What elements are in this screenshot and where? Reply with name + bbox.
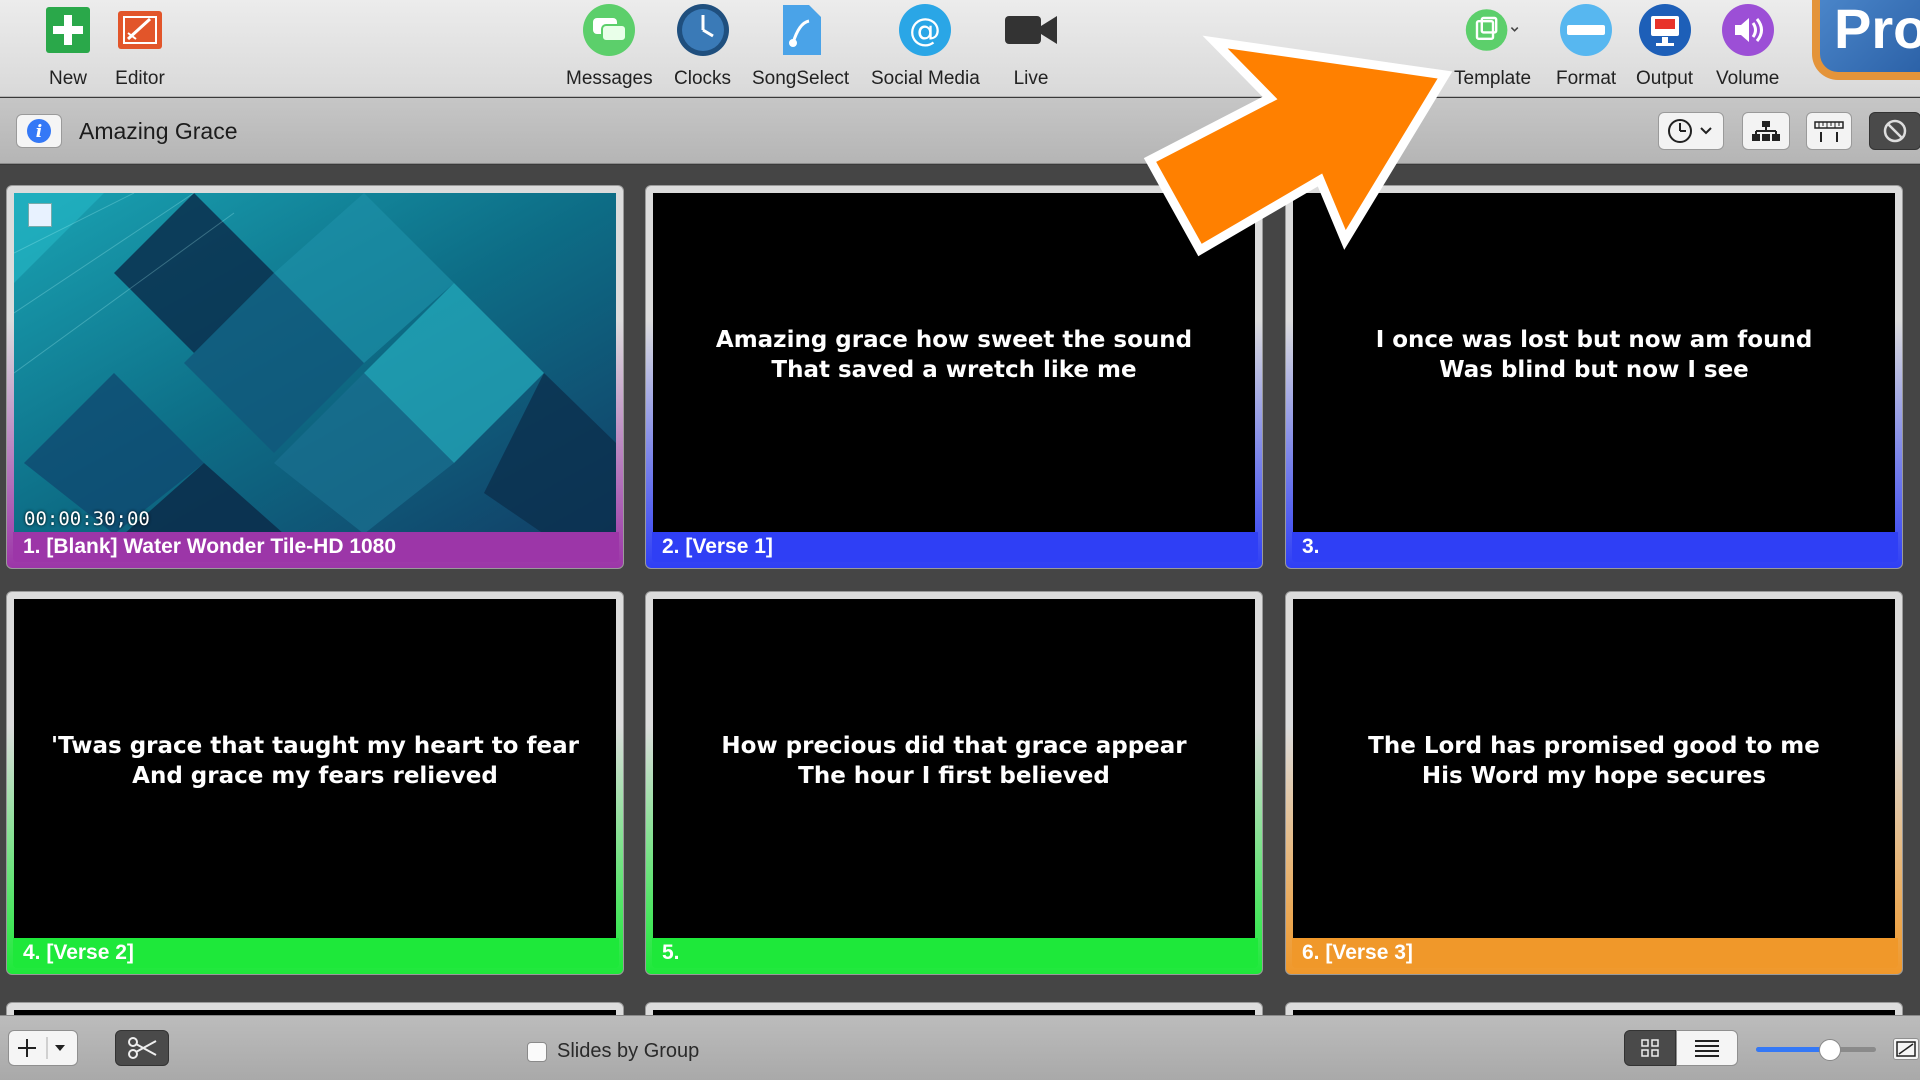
songselect-icon [773,2,829,58]
clear-button[interactable] [1869,112,1920,150]
format-button[interactable]: Format [1556,2,1616,94]
output-button[interactable]: Output [1636,2,1693,94]
slide-thumbnail: 00:00:30;00 [14,193,616,534]
slide-label: 1. [Blank] Water Wonder Tile-HD 1080 [13,532,619,562]
volume-button[interactable]: Volume [1716,2,1779,94]
format-icon [1558,2,1614,58]
slide-label: 2. [Verse 1] [652,532,1258,562]
slide-lyrics: 'Twas grace that taught my heart to fear… [14,731,616,791]
lyric-line-1: The Lord has promised good to me [1368,733,1820,759]
songselect-label: SongSelect [752,68,850,89]
messages-button[interactable]: Messages [566,2,653,94]
zoom-large-icon [1896,1041,1916,1057]
slide-lyrics: I once was lost but now am found Was bli… [1293,325,1895,385]
slide-timecode: 00:00:30;00 [24,508,150,530]
slide-lyrics: Amazing grace how sweet the sound That s… [653,325,1255,385]
songselect-button[interactable]: SongSelect [752,2,849,94]
zoom-slider[interactable] [1756,1039,1876,1061]
clocks-button[interactable]: Clocks [674,2,731,94]
live-button[interactable]: Live [1003,2,1059,94]
clock-icon [675,2,731,58]
lyric-line-1: Amazing grace how sweet the sound [715,327,1193,353]
no-entry-icon [1883,119,1907,143]
social-media-label: Social Media [871,68,980,89]
slide-5[interactable]: How precious did that grace appear The h… [645,591,1263,975]
logo-text: Pro [1834,0,1920,60]
slide-4[interactable]: 'Twas grace that taught my heart to fear… [6,591,624,975]
slide-label: 3. [1292,532,1898,562]
plus-dropdown-icon [18,1037,65,1059]
output-label: Output [1636,68,1694,89]
at-sign-icon: @ [897,2,953,58]
slide-label: 4. [Verse 2] [13,938,619,968]
timer-dropdown[interactable] [1658,112,1724,150]
clocks-label: Clocks [674,68,732,89]
clock-outline-icon [1668,119,1712,143]
arrangement-button[interactable] [1742,112,1790,150]
annotation-arrow [1143,35,1453,257]
scissors-icon [128,1037,157,1059]
editor-icon [112,2,168,58]
slide-label: 6. [Verse 3] [1292,938,1898,968]
ruler-icon [1814,121,1844,142]
list-view-button[interactable] [1676,1030,1738,1066]
grid-view-button[interactable] [1624,1030,1676,1066]
slide-label: 5. [652,938,1258,968]
add-slide-button[interactable] [8,1030,78,1066]
new-button[interactable]: New [40,2,96,94]
main-toolbar: New Editor Messages Clocks SongSelect @ … [0,0,1920,97]
template-label: Template [1454,68,1532,89]
plus-icon [40,2,96,58]
slide-6[interactable]: The Lord has promised good to me His Wor… [1285,591,1903,975]
info-icon: i [27,119,51,143]
messages-label: Messages [566,68,653,89]
slide-lyrics: How precious did that grace appear The h… [653,731,1255,791]
propresenter-logo: Pro [1812,0,1920,80]
live-label: Live [1013,68,1049,89]
lyric-line-2: His Word my hope secures [1421,763,1767,789]
lyric-line-1: How precious did that grace appear [721,733,1187,759]
lyric-line-2: The hour I first believed [798,763,1110,789]
svg-text:i: i [36,122,42,142]
lyric-line-1: I once was lost but now am found [1375,327,1813,353]
water-tile-background [14,193,616,534]
editor-label: Editor [115,68,165,89]
bottom-toolbar: Slides by Group [0,1015,1920,1080]
zoom-slider-thumb[interactable] [1819,1039,1842,1061]
slide-thumbnail: The Lord has promised good to me His Wor… [1293,599,1895,940]
social-media-button[interactable]: @ Social Media [871,2,980,94]
volume-icon [1720,2,1776,58]
document-header: i Amazing Grace [0,98,1920,164]
svg-text:@: @ [909,11,941,49]
slide-grid: 00:00:30;00 1. [Blank] Water Wonder Tile… [0,165,1920,1015]
volume-label: Volume [1716,68,1780,89]
media-type-icon [28,203,52,227]
new-label: New [48,68,87,89]
lyric-line-1: 'Twas grace that taught my heart to fear [51,733,579,759]
cut-button[interactable] [115,1030,169,1066]
slide-lyrics: The Lord has promised good to me His Wor… [1293,731,1895,791]
slides-by-group-label[interactable]: Slides by Group [557,1040,699,1063]
lyric-line-2: That saved a wretch like me [771,357,1137,383]
slide-thumbnail: 'Twas grace that taught my heart to fear… [14,599,616,940]
grid-view-icon [1641,1039,1659,1057]
slide-thumbnail: How precious did that grace appear The h… [653,599,1255,940]
document-title: Amazing Grace [79,118,238,144]
slide-1[interactable]: 00:00:30;00 1. [Blank] Water Wonder Tile… [6,185,624,569]
editor-button[interactable]: Editor [112,2,168,94]
template-button[interactable]: Template [1454,2,1531,94]
timeline-button[interactable] [1806,112,1852,150]
info-button[interactable]: i [16,114,62,148]
list-view-icon [1695,1040,1719,1057]
monitor-off-icon [1637,2,1693,58]
video-camera-icon [1003,2,1059,58]
slides-by-group-checkbox[interactable] [527,1042,547,1062]
messages-icon [581,2,637,58]
zoom-max-button[interactable] [1893,1038,1919,1060]
hierarchy-icon [1752,121,1780,141]
format-label: Format [1556,68,1617,89]
lyric-line-2: Was blind but now I see [1439,357,1749,383]
template-icon [1465,2,1521,58]
lyric-line-2: And grace my fears relieved [132,763,498,789]
